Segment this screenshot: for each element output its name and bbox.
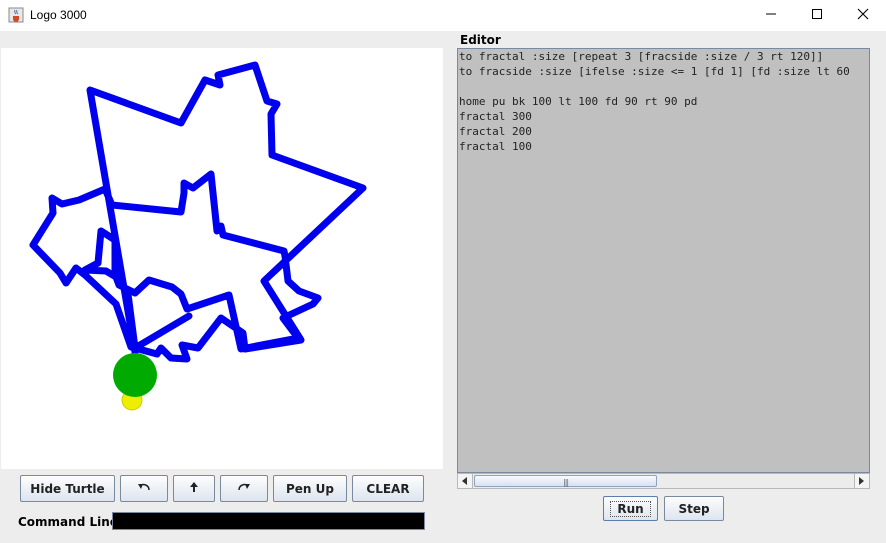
code-line: fractal 300 (459, 110, 532, 123)
triangle-left-icon (462, 474, 468, 488)
forward-button[interactable] (173, 475, 215, 502)
turtle-body (113, 353, 157, 397)
code-line: to fracside :size [ifelse :size <= 1 [fd… (459, 65, 850, 78)
triangle-right-icon (859, 474, 865, 488)
rotate-left-icon (137, 481, 151, 496)
rotate-right-icon (237, 481, 251, 496)
minimize-button[interactable] (748, 0, 794, 31)
minimize-icon (765, 8, 777, 23)
turtle-canvas[interactable] (1, 48, 443, 469)
maximize-button[interactable] (794, 0, 840, 31)
editor-horizontal-scrollbar[interactable]: ||| (457, 473, 870, 489)
clear-button[interactable]: CLEAR (352, 475, 424, 502)
maximize-icon (811, 8, 823, 23)
hide-turtle-button[interactable]: Hide Turtle (20, 475, 115, 502)
code-line: fractal 100 (459, 140, 532, 153)
step-button[interactable]: Step (664, 496, 724, 521)
scrollbar-thumb[interactable]: ||| (474, 475, 657, 487)
run-button[interactable]: Run (603, 496, 658, 521)
arrow-up-icon (189, 481, 199, 496)
rotate-left-button[interactable] (120, 475, 168, 502)
grip-icon: ||| (563, 478, 569, 487)
title-bar: Logo 3000 (0, 0, 886, 31)
turtle (113, 353, 157, 411)
turtle-drawing (29, 61, 367, 363)
rotate-right-button[interactable] (220, 475, 268, 502)
scroll-right-button[interactable] (854, 474, 869, 488)
code-line: home pu bk 100 lt 100 fd 90 rt 90 pd (459, 95, 698, 108)
close-icon (857, 8, 869, 23)
pen-up-button[interactable]: Pen Up (273, 475, 347, 502)
command-line-input[interactable] (112, 512, 425, 530)
java-cup-icon (8, 7, 24, 23)
editor-label: Editor (460, 33, 501, 47)
code-line: fractal 200 (459, 125, 532, 138)
scroll-left-button[interactable] (458, 474, 473, 488)
code-editor[interactable]: to fractal :size [repeat 3 [fracside :si… (457, 48, 870, 473)
code-line: to fractal :size [repeat 3 [fracside :si… (459, 50, 824, 63)
window-title: Logo 3000 (30, 8, 87, 22)
command-line-label: Command Line: (18, 515, 123, 529)
close-button[interactable] (840, 0, 886, 31)
run-button-label: Run (610, 500, 651, 517)
